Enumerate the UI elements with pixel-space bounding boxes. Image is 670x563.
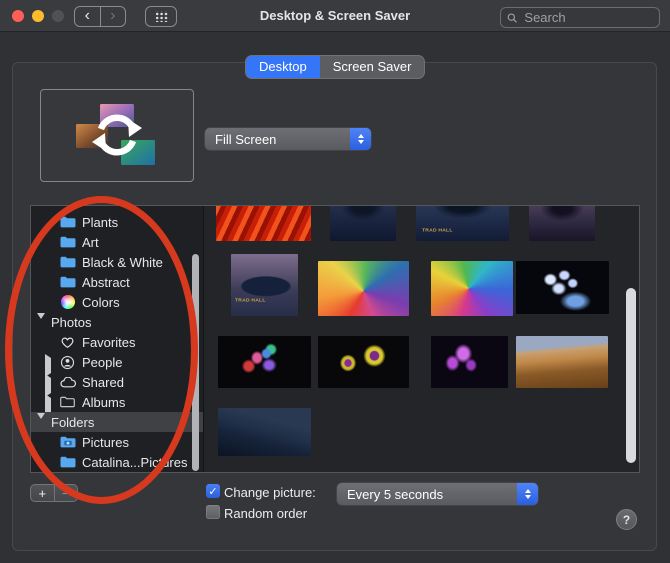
- sidebar-item-favorites[interactable]: Favorites: [31, 332, 203, 352]
- disclosure-open-icon[interactable]: [37, 413, 45, 434]
- wallpaper-thumb-red-waves[interactable]: [216, 206, 311, 241]
- add-folder-button[interactable]: +: [31, 485, 54, 501]
- sidebar-item-label: Art: [82, 234, 99, 250]
- sidebar-item-albums[interactable]: Albums: [31, 392, 203, 417]
- folder-icon: [59, 456, 76, 468]
- tab-screen-saver[interactable]: Screen Saver: [320, 56, 425, 78]
- back-button[interactable]: ‹: [75, 7, 100, 26]
- sidebar-list: Plants Art Black & White Abstract Colors Phot…: [31, 212, 203, 472]
- grid-scrollbar[interactable]: [626, 288, 636, 463]
- add-remove-group: + −: [30, 484, 78, 502]
- change-picture-checkbox[interactable]: ✓: [206, 484, 220, 498]
- fill-mode-popup[interactable]: Fill Screen: [205, 128, 371, 150]
- color-wheel-icon: [59, 295, 76, 309]
- popup-chevrons-icon: [517, 483, 538, 505]
- change-picture-label: Change picture:: [224, 485, 316, 500]
- grid-icon: [153, 11, 169, 22]
- sidebar-item-plants[interactable]: Plants: [31, 212, 203, 232]
- search-field[interactable]: [500, 7, 660, 28]
- forward-button[interactable]: ›: [99, 7, 126, 26]
- sidebar-item-label: Folders: [51, 414, 95, 430]
- person-icon: [59, 355, 76, 370]
- sidebar-item-label: People: [82, 354, 123, 370]
- sidebar-item-shared[interactable]: Shared: [31, 372, 203, 397]
- sidebar-item-art[interactable]: Art: [31, 232, 203, 252]
- sidebar-section-photos[interactable]: Photos: [31, 312, 203, 334]
- sidebar-item-label: Black & White: [82, 254, 163, 270]
- sidebar-item-label: Plants: [82, 214, 119, 230]
- cloud-icon: [59, 376, 76, 388]
- sidebar-item-abstract[interactable]: Abstract: [31, 272, 203, 292]
- folder-camera-icon: [59, 436, 76, 448]
- wallpaper-thumb-white-flowers[interactable]: [516, 261, 609, 314]
- nav-buttons: ‹ ›: [74, 6, 126, 27]
- sidebar-item-label: Pictures: [82, 434, 129, 450]
- thumb-caption: TRAD HALL: [235, 297, 266, 303]
- sidebar-item-label: Catalina...Pictures: [82, 454, 188, 470]
- checkmark-icon: ✓: [208, 485, 218, 498]
- disclosure-open-icon[interactable]: [37, 313, 45, 334]
- popup-chevrons-icon: [350, 128, 371, 150]
- wallpaper-thumb-golden-dune[interactable]: [516, 336, 608, 388]
- folder-icon: [59, 236, 76, 248]
- source-list: Plants Art Black & White Abstract Colors Phot…: [31, 206, 204, 472]
- help-button[interactable]: ?: [616, 509, 637, 530]
- heart-icon: [59, 336, 76, 349]
- desktop-screensaver-window: Desktop & Screen Saver ‹ › Desktop Scree…: [0, 0, 670, 563]
- wallpaper-thumb-night-dune[interactable]: [218, 408, 311, 456]
- interval-popup[interactable]: Every 5 seconds: [337, 483, 538, 505]
- sidebar-section-folders[interactable]: Folders: [31, 412, 203, 434]
- sidebar-item-label: Abstract: [82, 274, 130, 290]
- sidebar-item-pictures[interactable]: Pictures: [31, 432, 203, 452]
- wallpaper-thumb-paint-swirl[interactable]: [431, 261, 513, 316]
- sidebar-item-colors[interactable]: Colors: [31, 292, 203, 312]
- wallpaper-thumb-catalina-day[interactable]: TRAD HALL: [231, 254, 298, 316]
- sidebar-item-black-white[interactable]: Black & White: [31, 252, 203, 272]
- sidebar-item-label: Shared: [82, 374, 124, 390]
- wallpaper-preview-well[interactable]: [40, 89, 194, 182]
- wallpaper-thumb-island-night-1[interactable]: [330, 206, 396, 241]
- sidebar-item-people[interactable]: People: [31, 352, 203, 377]
- folder-icon: [59, 256, 76, 268]
- folder-icon: [59, 216, 76, 228]
- remove-folder-button[interactable]: −: [53, 485, 78, 501]
- sidebar-item-label: Photos: [51, 314, 92, 330]
- folder-icon: [59, 276, 76, 288]
- title-bar: Desktop & Screen Saver ‹ ›: [0, 0, 670, 32]
- wallpaper-thumb-island-dusk[interactable]: [529, 206, 595, 241]
- wallpaper-thumb-dark-flower[interactable]: [218, 336, 311, 388]
- fill-mode-value: Fill Screen: [215, 131, 277, 147]
- search-icon: [507, 12, 517, 23]
- sidebar-item-label: Colors: [82, 294, 120, 310]
- sidebar-scrollbar[interactable]: [192, 254, 199, 471]
- random-order-checkbox[interactable]: [206, 505, 220, 519]
- folder-outline-icon: [59, 396, 76, 408]
- wallpaper-thumb-paint-burst[interactable]: [318, 261, 409, 316]
- wallpaper-thumb-purple-flowers[interactable]: [431, 336, 508, 388]
- rotating-wallpapers-icon: [76, 103, 155, 165]
- sidebar-item-label: Albums: [82, 394, 126, 410]
- wallpaper-thumb-island-night-2[interactable]: TRAD HALL: [416, 206, 509, 241]
- random-order-label: Random order: [224, 506, 308, 521]
- thumb-caption: TRAD HALL: [421, 226, 453, 233]
- interval-value: Every 5 seconds: [347, 486, 444, 502]
- tab-control: Desktop Screen Saver: [245, 55, 426, 79]
- tab-desktop[interactable]: Desktop: [246, 56, 320, 78]
- show-all-button[interactable]: [145, 6, 177, 27]
- source-and-grid-panes: Plants Art Black & White Abstract Colors Phot…: [30, 205, 640, 473]
- search-input[interactable]: [522, 9, 653, 26]
- wallpaper-grid: TRAD HALL TRAD HALL: [204, 206, 639, 472]
- wallpaper-thumb-yellow-flowers[interactable]: [318, 336, 409, 388]
- sidebar-item-catalina-pictures[interactable]: Catalina...Pictures: [31, 452, 203, 472]
- sidebar-item-label: Favorites: [82, 334, 136, 350]
